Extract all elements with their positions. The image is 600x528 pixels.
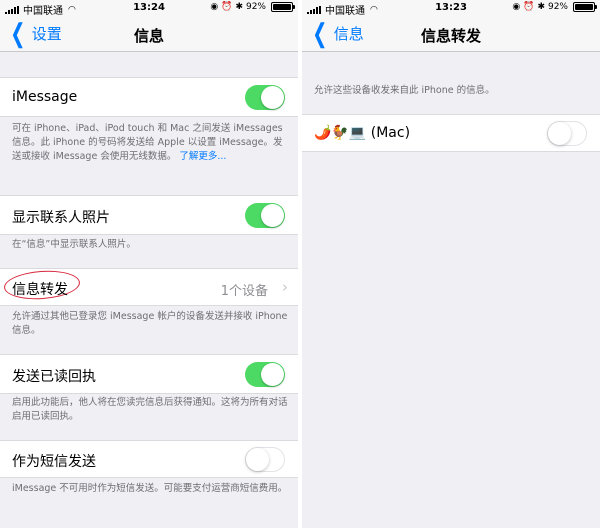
status-bar: 中国联通 ◠ 13:23 ◉ ⏰ ✱ 92%	[302, 0, 600, 17]
chevron-right-icon: ›	[282, 278, 288, 296]
imessage-footer: 可在 iPhone、iPad、iPod touch 和 Mac 之间发送 iMe…	[12, 123, 283, 162]
show-contact-photos-cell: 显示联系人照片	[0, 195, 298, 235]
send-read-receipts-footer: 启用此功能后，他人将在您读完信息后获得通知。这将为所有对话启用已读回执。	[12, 397, 288, 422]
status-bar: 中国联通 ◠ 13:24 ◉ ⏰ ✱ 92%	[0, 0, 298, 17]
page-title: 信息	[133, 27, 164, 45]
text-message-forwarding-screen: 中国联通 ◠ 13:23 ◉ ⏰ ✱ 92% ❮ 信息 信息转发 允许这些设备收…	[302, 0, 600, 528]
send-read-receipts-cell: 发送已读回执	[0, 354, 298, 394]
forwarding-device-count: 1个设备	[220, 284, 268, 299]
navigation-bar: ❮ 信息 信息转发	[302, 16, 600, 52]
location-icon: ◉	[512, 2, 521, 12]
battery-icon	[271, 2, 295, 12]
location-icon: ◉	[210, 2, 219, 12]
text-message-forwarding-footer: 允许通过其他已登录您 iMessage 帐户的设备发送并接收 iPhone 信息…	[12, 311, 288, 336]
bluetooth-icon: ✱	[235, 2, 243, 12]
imessage-cell: iMessage	[0, 77, 298, 117]
messages-settings-screen: 中国联通 ◠ 13:24 ◉ ⏰ ✱ 92% ❮ 设置 信息 iMessage …	[0, 0, 298, 528]
send-as-sms-toggle[interactable]	[245, 447, 285, 472]
alarm-icon: ⏰	[221, 2, 233, 12]
mac-device-cell: 🌶️🐓💻 (Mac)	[302, 114, 600, 152]
send-as-sms-cell: 作为短信发送	[0, 440, 298, 478]
send-as-sms-label: 作为短信发送	[12, 454, 96, 470]
show-contact-photos-footer: 在“信息”中显示联系人照片。	[12, 239, 136, 250]
page-title: 信息转发	[420, 27, 481, 45]
send-as-sms-footer: iMessage 不可用时作为短信发送。可能要支付运营商短信费用。	[12, 483, 288, 494]
battery-percent: 92%	[245, 2, 266, 12]
show-contact-photos-label: 显示联系人照片	[12, 210, 110, 226]
show-contact-photos-toggle[interactable]	[245, 203, 285, 228]
battery-percent: 92%	[547, 2, 568, 12]
navigation-bar: ❮ 设置 信息	[0, 16, 298, 52]
imessage-label: iMessage	[12, 89, 78, 105]
text-message-forwarding-label: 信息转发	[12, 282, 68, 298]
mac-device-label: 🌶️🐓💻 (Mac)	[314, 125, 411, 141]
learn-more-link[interactable]: 了解更多...	[179, 151, 226, 162]
mac-device-toggle[interactable]	[547, 121, 587, 146]
send-read-receipts-label: 发送已读回执	[12, 369, 96, 385]
text-message-forwarding-cell[interactable]: 信息转发 1个设备 ›	[0, 268, 298, 306]
imessage-toggle[interactable]	[245, 85, 285, 110]
alarm-icon: ⏰	[523, 2, 535, 12]
forwarding-header: 允许这些设备收发来自此 iPhone 的信息。	[314, 85, 495, 96]
bluetooth-icon: ✱	[537, 2, 545, 12]
battery-icon	[573, 2, 597, 12]
send-read-receipts-toggle[interactable]	[245, 362, 285, 387]
